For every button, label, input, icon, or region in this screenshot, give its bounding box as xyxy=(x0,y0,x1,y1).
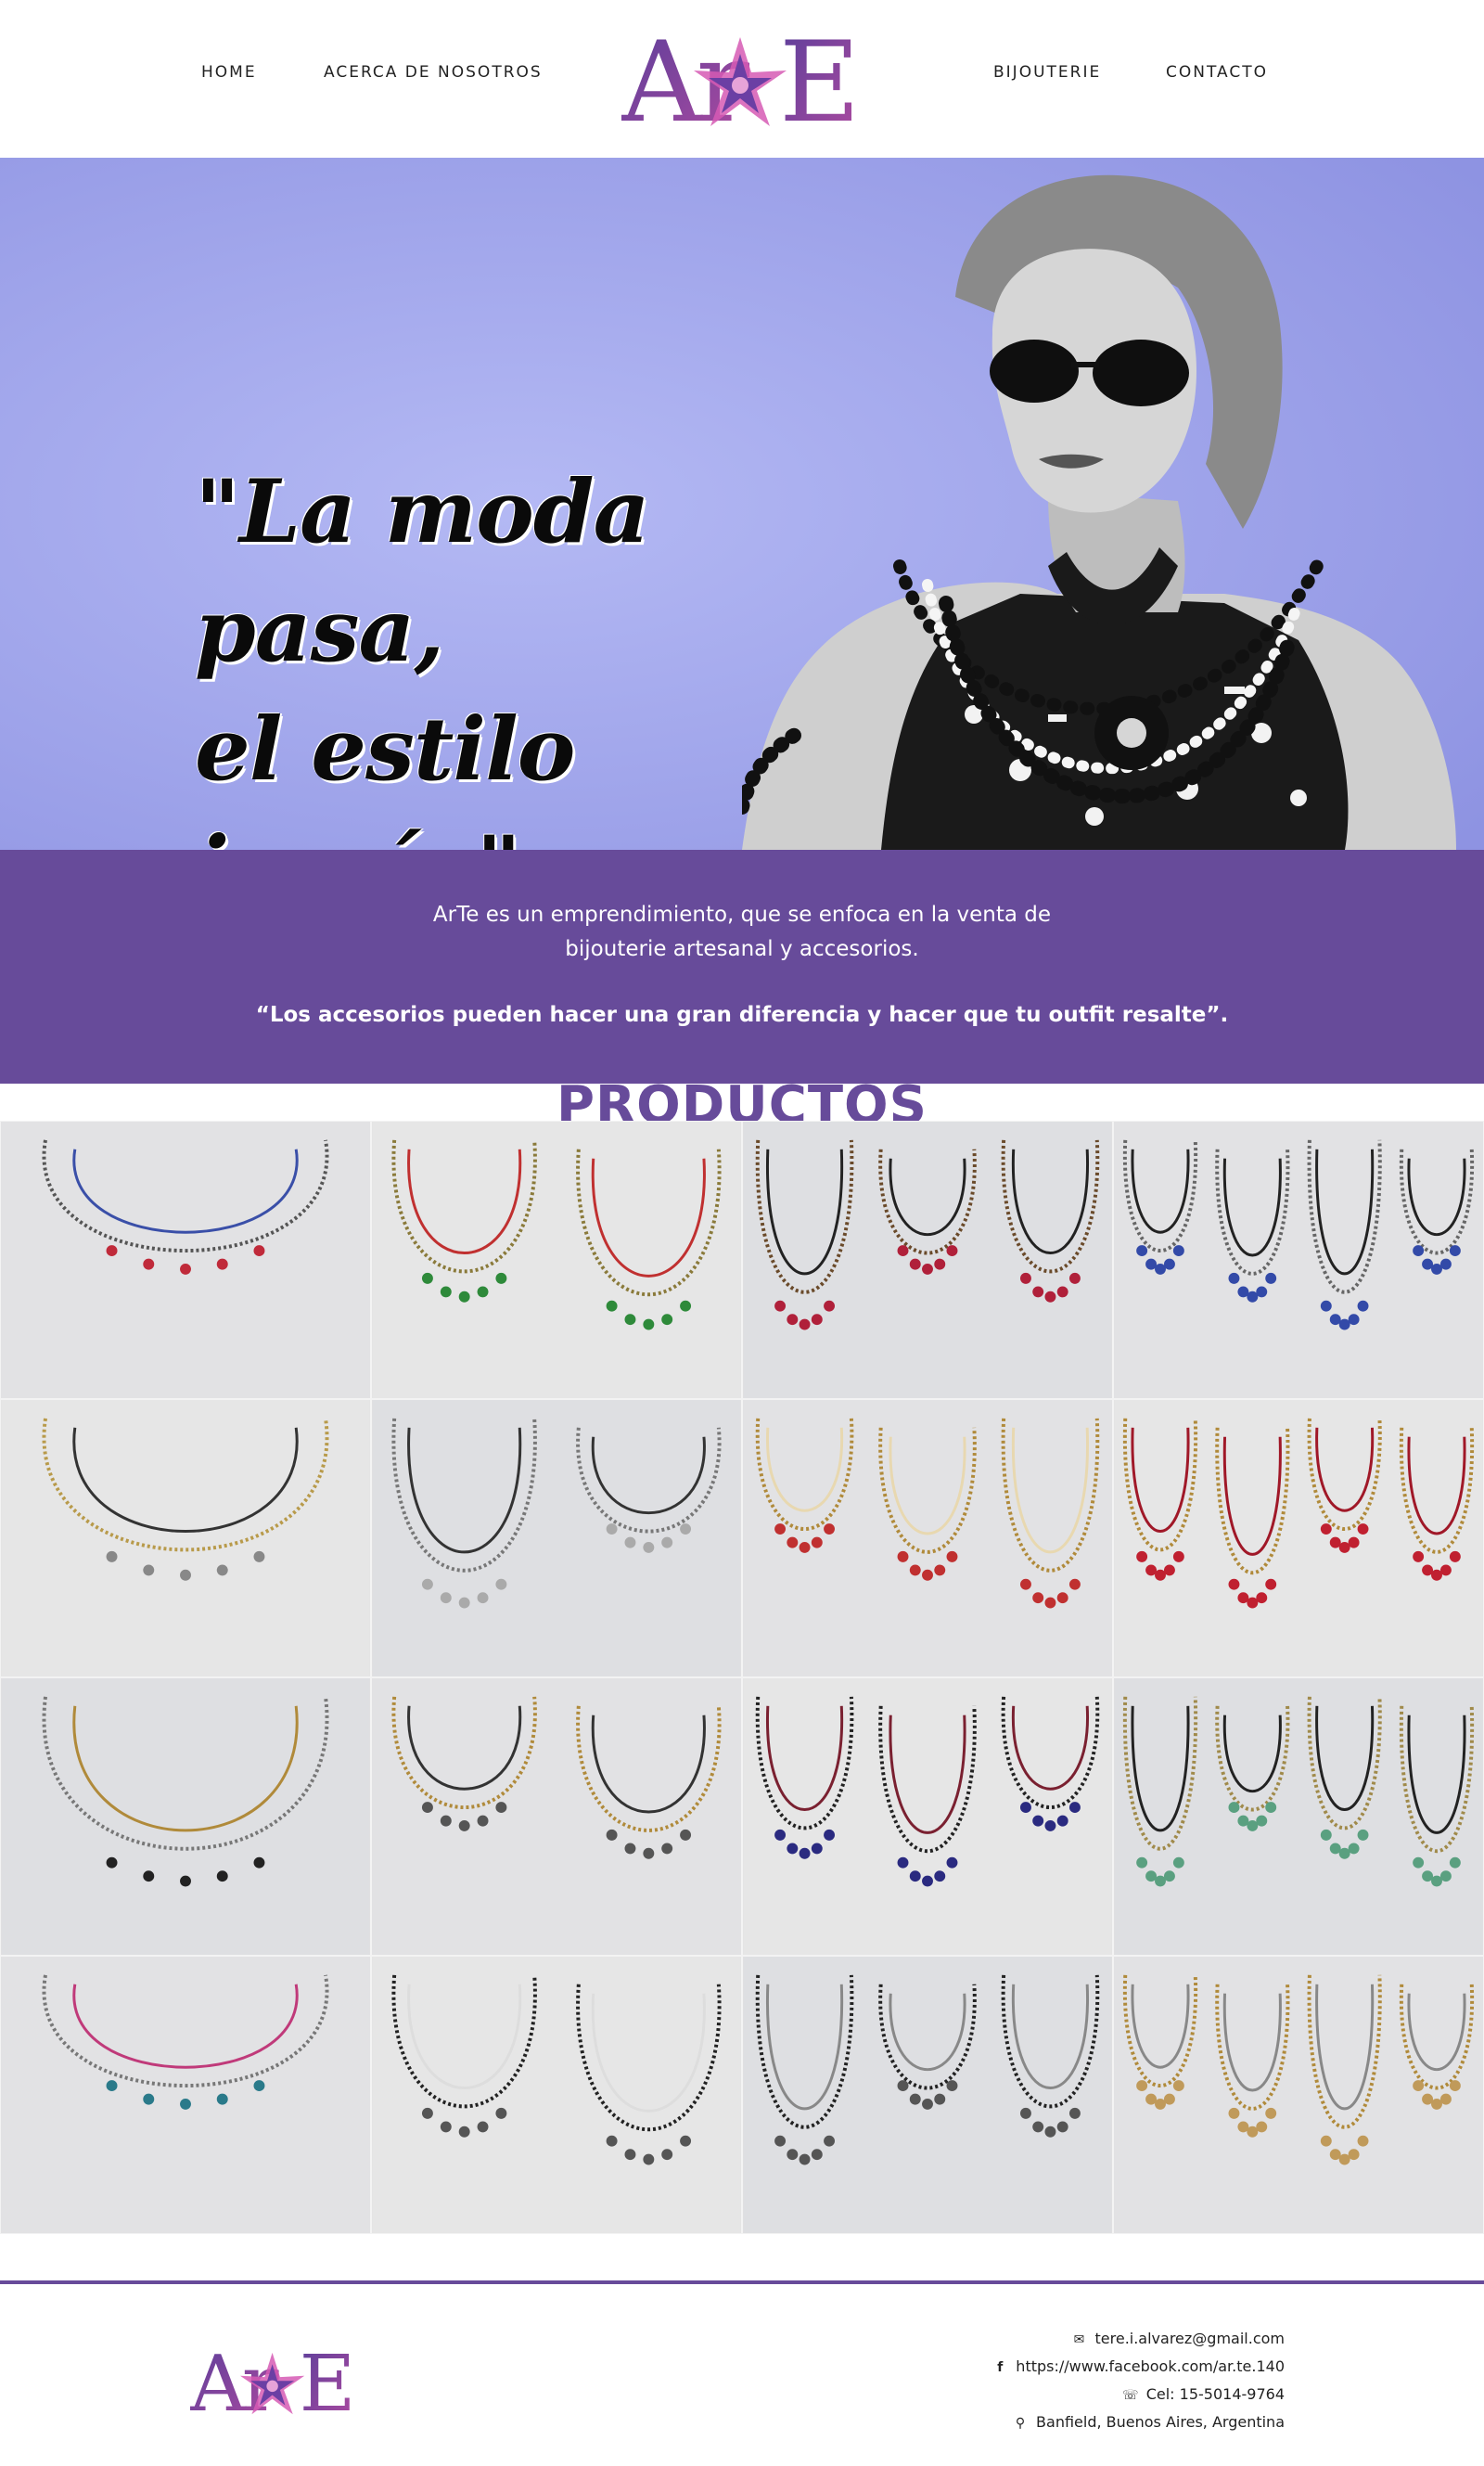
product-photo xyxy=(1,1400,370,1676)
products-title: PRODUCTOS xyxy=(556,1084,928,1121)
nav-bijouterie[interactable]: BIJOUTERIE xyxy=(993,63,1101,82)
phone-icon: ☏ xyxy=(1121,2388,1139,2403)
product-tile[interactable] xyxy=(0,1956,371,2234)
product-photo xyxy=(1114,1957,1483,2233)
svg-text:E: E xyxy=(300,2339,356,2429)
products-grid xyxy=(0,1121,1484,2234)
contact-facebook-row[interactable]: f https://www.facebook.com/ar.te.140 xyxy=(990,2353,1285,2381)
product-photo xyxy=(372,1400,741,1676)
arte-logo[interactable]: Ar E xyxy=(621,9,863,148)
product-tile[interactable] xyxy=(1113,1677,1484,1956)
model-photo xyxy=(742,174,1456,850)
contact-facebook[interactable]: https://www.facebook.com/ar.te.140 xyxy=(1016,2357,1285,2375)
product-tile[interactable] xyxy=(742,1399,1113,1677)
product-tile[interactable] xyxy=(1113,1121,1484,1399)
nav-about[interactable]: ACERCA DE NOSOTROS xyxy=(324,63,543,82)
product-photo xyxy=(372,1122,741,1398)
product-tile[interactable] xyxy=(1113,1956,1484,2234)
product-photo xyxy=(1,1122,370,1398)
about-text-line-1: ArTe es un emprendimiento, que se enfoca… xyxy=(432,903,1052,927)
product-tile[interactable] xyxy=(371,1121,742,1399)
product-tile[interactable] xyxy=(0,1121,371,1399)
product-photo xyxy=(743,1957,1112,2233)
svg-text:E: E xyxy=(779,19,861,148)
product-photo xyxy=(1,1957,370,2233)
nav-contact[interactable]: CONTACTO xyxy=(1166,63,1268,82)
product-tile[interactable] xyxy=(742,1121,1113,1399)
contact-email[interactable]: tere.i.alvarez@gmail.com xyxy=(1095,2330,1286,2347)
product-tile[interactable] xyxy=(0,1677,371,1956)
facebook-icon: f xyxy=(997,2360,1004,2375)
hero-banner: "La moda pasa, el estilo jamás" xyxy=(0,158,1484,850)
map-pin-icon: ⚲ xyxy=(1015,2416,1026,2431)
about-band: ArTe es un emprendimiento, que se enfoca… xyxy=(0,850,1484,1084)
product-photo xyxy=(743,1400,1112,1676)
footer-logo[interactable]: Ar E xyxy=(190,2331,357,2433)
product-tile[interactable] xyxy=(742,1956,1113,2234)
product-tile[interactable] xyxy=(371,1399,742,1677)
contact-info: ✉ tere.i.alvarez@gmail.com f https://www.f… xyxy=(990,2325,1285,2436)
product-photo xyxy=(372,1678,741,1955)
contact-email-row[interactable]: ✉ tere.i.alvarez@gmail.com xyxy=(990,2325,1285,2353)
nav-home[interactable]: HOME xyxy=(201,63,257,82)
product-tile[interactable] xyxy=(1113,1399,1484,1677)
product-photo xyxy=(1114,1678,1483,1955)
site-footer: Ar E ✉ tere.i.alvarez@gmail.com f https://… xyxy=(0,2284,1484,2457)
about-slogan: “Los accesorios pueden hacer una gran di… xyxy=(255,1003,1229,1027)
product-photo xyxy=(743,1678,1112,1955)
contact-phone: Cel: 15-5014-9764 xyxy=(1145,2385,1285,2403)
product-tile[interactable] xyxy=(371,1956,742,2234)
site-header: HOME ACERCA DE NOSOTROS Ar E BIJOUTERIE … xyxy=(0,0,1484,158)
product-photo xyxy=(372,1957,741,2233)
product-photo xyxy=(1114,1122,1483,1398)
product-tile[interactable] xyxy=(742,1677,1113,1956)
contact-address-row: ⚲ Banfield, Buenos Aires, Argentina xyxy=(990,2408,1285,2436)
about-text-line-2: bijouterie artesanal y accesorios. xyxy=(565,937,919,961)
product-photo xyxy=(1,1678,370,1955)
product-photo xyxy=(1114,1400,1483,1676)
product-photo xyxy=(743,1122,1112,1398)
envelope-icon: ✉ xyxy=(1073,2332,1085,2347)
product-tile[interactable] xyxy=(0,1399,371,1677)
product-tile[interactable] xyxy=(371,1677,742,1956)
contact-phone-row: ☏ Cel: 15-5014-9764 xyxy=(990,2381,1285,2408)
contact-address: Banfield, Buenos Aires, Argentina xyxy=(1036,2413,1285,2431)
